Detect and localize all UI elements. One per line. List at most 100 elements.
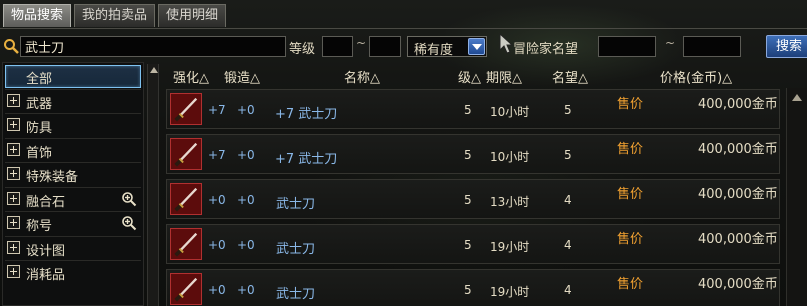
item-name: 武士刀 (276, 287, 316, 302)
tab-my-auctions[interactable]: 我的拍卖品 (74, 4, 156, 27)
item-name: +7 武士刀 (275, 107, 338, 122)
search-input[interactable] (20, 36, 286, 57)
sale-label: 售价 (617, 142, 644, 157)
sale-label: 售价 (617, 97, 644, 112)
zoom-in-icon[interactable] (121, 191, 137, 207)
sidebar-category[interactable]: 特殊装备 (5, 163, 141, 186)
expand-plus-icon[interactable] (7, 240, 20, 254)
auction-item-row[interactable]: +7 +0 +7 武士刀 5 10小时 5 售价 400,000金币 (166, 89, 780, 129)
level-value: 5 (464, 148, 472, 162)
auction-item-row[interactable]: +0 +0 武士刀 5 19小时 4 售价 400,000金币 (166, 269, 780, 306)
header-fame[interactable]: 名望△ (552, 67, 588, 86)
expand-plus-icon[interactable] (7, 191, 20, 205)
level-value: 5 (464, 283, 472, 297)
search-icon (4, 39, 19, 54)
forge-value: +0 (237, 283, 255, 297)
category-label: 武器 (26, 96, 53, 112)
auction-item-row[interactable]: +0 +0 武士刀 5 13小时 4 售价 400,000金币 (166, 179, 780, 219)
category-label: 称号 (26, 219, 53, 234)
header-forge[interactable]: 锻造△ (224, 67, 260, 86)
katana-icon[interactable] (170, 183, 202, 215)
header-price[interactable]: 价格(金币)△ (660, 67, 732, 86)
expand-plus-icon[interactable] (7, 93, 20, 107)
item-name: 武士刀 (276, 197, 316, 212)
header-name[interactable]: 名称△ (344, 67, 380, 86)
header-enhance[interactable]: 强化△ (173, 67, 209, 86)
item-name: +7 武士刀 (275, 152, 338, 167)
katana-icon[interactable] (170, 93, 202, 125)
fame-value: 4 (564, 238, 572, 252)
sidebar-category[interactable]: 防具 (5, 114, 141, 137)
category-label: 消耗品 (26, 268, 66, 283)
sale-label: 售价 (617, 187, 644, 202)
tab-bar: 物品搜索 我的拍卖品 使用明细 (3, 4, 227, 29)
search-button[interactable]: 搜索 (766, 35, 807, 58)
price-value: 400,000金币 (698, 277, 778, 292)
price-value: 400,000金币 (698, 187, 778, 202)
rarity-dropdown-label: 稀有度 (414, 43, 454, 58)
category-label: 设计图 (26, 243, 66, 259)
sidebar-category[interactable]: 全部 (5, 65, 141, 88)
level-max-input[interactable] (369, 36, 401, 57)
level-value: 5 (464, 193, 472, 207)
katana-icon[interactable] (170, 138, 202, 170)
fame-range-tilde: ~ (665, 36, 676, 50)
expand-plus-icon[interactable] (7, 167, 20, 180)
katana-icon[interactable] (170, 273, 202, 305)
scroll-up-icon[interactable] (792, 94, 802, 101)
expand-plus-icon[interactable] (7, 142, 20, 156)
level-range-tilde: ~ (356, 36, 367, 50)
fame-min-input[interactable] (598, 36, 656, 57)
auction-item-row[interactable]: +7 +0 +7 武士刀 5 10小时 5 售价 400,000金币 (166, 134, 780, 174)
results-scrollbar[interactable] (786, 88, 807, 306)
katana-icon[interactable] (170, 228, 202, 260)
sidebar-category[interactable]: 消耗品 (5, 261, 141, 284)
forge-value: +0 (237, 103, 255, 117)
header-duration[interactable]: 期限△ (486, 67, 522, 86)
expand-plus-icon[interactable] (7, 265, 20, 278)
expand-plus-icon[interactable] (7, 216, 20, 229)
duration-value: 19小时 (490, 240, 530, 254)
expand-plus-icon[interactable] (7, 118, 20, 131)
sidebar-category[interactable]: 武器 (5, 90, 141, 113)
sidebar-category[interactable]: 设计图 (5, 237, 141, 260)
enhance-value: +0 (208, 238, 226, 252)
category-label: 融合石 (26, 194, 66, 210)
enhance-value: +7 (208, 103, 226, 117)
level-value: 5 (464, 103, 472, 117)
duration-value: 13小时 (490, 195, 530, 209)
duration-value: 10小时 (490, 105, 530, 119)
zoom-in-icon[interactable] (121, 215, 137, 231)
sidebar-category[interactable]: 融合石 (5, 188, 141, 211)
scroll-up-icon[interactable] (150, 67, 158, 73)
fame-max-input[interactable] (683, 36, 741, 57)
search-row: 等级 ~ 稀有度 冒险家名望 ~ 搜索 (0, 32, 807, 58)
tab-item-search[interactable]: 物品搜索 (3, 4, 72, 27)
fame-value: 5 (564, 103, 572, 117)
price-value: 400,000金币 (698, 142, 778, 157)
level-value: 5 (464, 238, 472, 252)
level-label: 等级 (289, 42, 316, 57)
auction-item-row[interactable]: +0 +0 武士刀 5 19小时 4 售价 400,000金币 (166, 224, 780, 264)
fame-value: 4 (564, 193, 572, 207)
item-name: 武士刀 (276, 242, 316, 257)
price-value: 400,000金币 (698, 232, 778, 247)
sidebar-category[interactable]: 首饰 (5, 139, 141, 162)
level-min-input[interactable] (322, 36, 353, 57)
category-label: 防具 (26, 121, 53, 136)
enhance-value: +7 (208, 148, 226, 162)
fame-value: 5 (564, 148, 572, 162)
sidebar-scrollbar[interactable] (147, 64, 159, 306)
chevron-down-icon[interactable] (468, 38, 485, 55)
tab-divider (0, 28, 807, 29)
tab-usage-details[interactable]: 使用明细 (158, 4, 227, 27)
header-level[interactable]: 级△ (458, 67, 481, 86)
sidebar-category[interactable]: 称号 (5, 212, 141, 235)
forge-value: +0 (237, 193, 255, 207)
adventurer-fame-label: 冒险家名望 (513, 42, 579, 57)
forge-value: +0 (237, 148, 255, 162)
price-value: 400,000金币 (698, 97, 778, 112)
sale-label: 售价 (617, 277, 644, 292)
sale-label: 售价 (617, 232, 644, 247)
rarity-dropdown[interactable]: 稀有度 (407, 36, 487, 58)
